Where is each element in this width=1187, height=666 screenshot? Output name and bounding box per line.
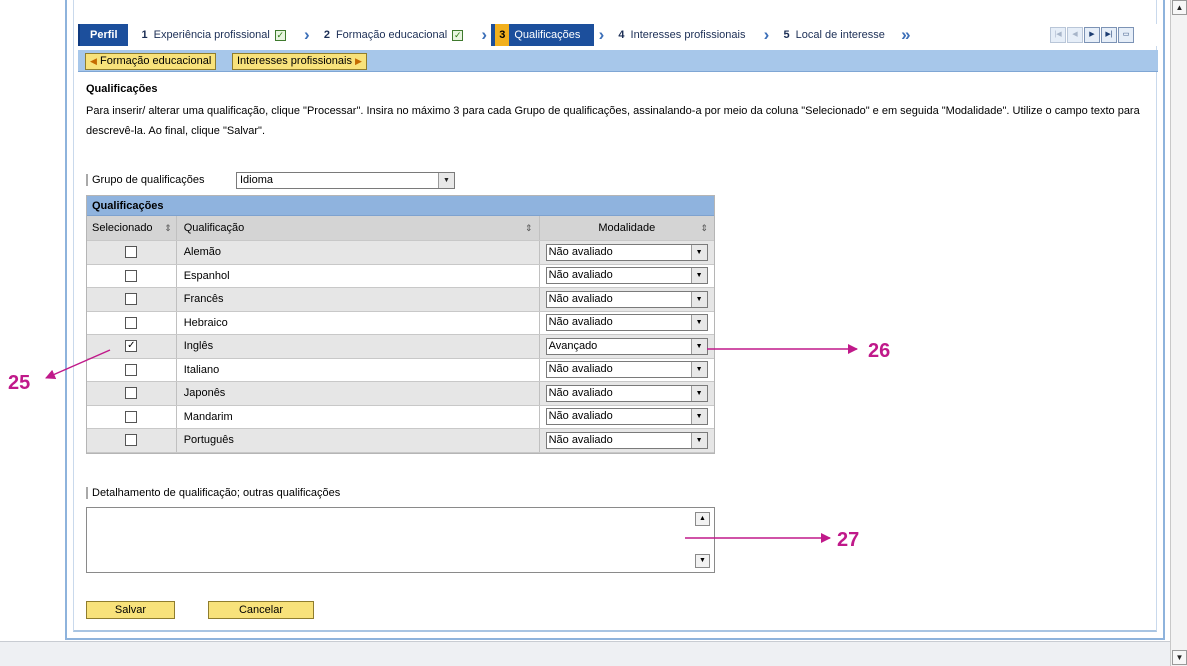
annotation-label-26: 26 <box>868 340 891 362</box>
page-root: Perfil 1 Experiência profissional ✓ › 2 For… <box>0 0 1187 666</box>
annotation-label-25: 25 <box>8 372 31 394</box>
annotation-label-27: 27 <box>837 529 860 551</box>
annotation-arrow-25 <box>45 349 111 379</box>
annotation-layer <box>45 344 858 543</box>
